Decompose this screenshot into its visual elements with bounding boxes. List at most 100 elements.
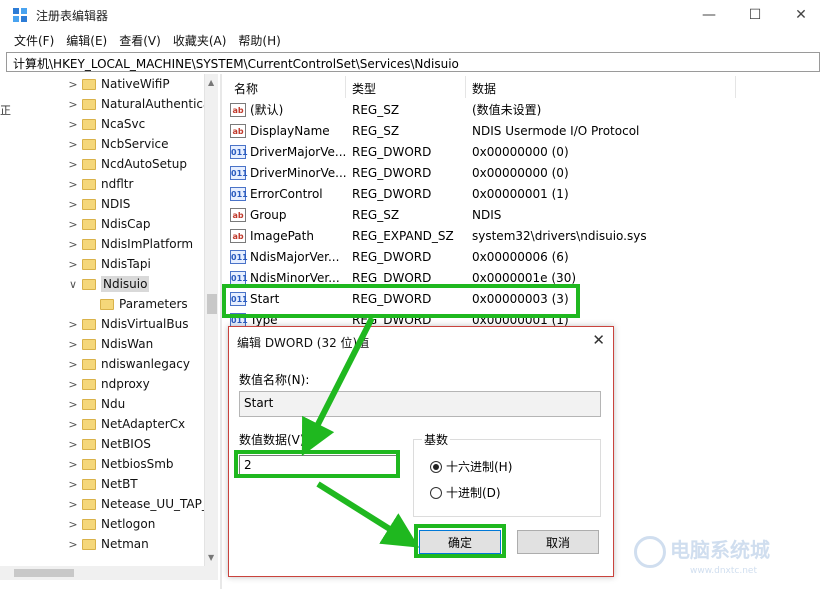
tree-item[interactable]: > NaturalAuthentica bbox=[66, 94, 210, 114]
tree-item[interactable]: > ndproxy bbox=[66, 374, 149, 394]
menu-edit[interactable]: 编辑(E) bbox=[60, 30, 113, 50]
watermark-sub: www.dnxtc.net bbox=[690, 566, 757, 576]
address-bar[interactable]: 计算机\HKEY_LOCAL_MACHINE\SYSTEM\CurrentCon… bbox=[6, 52, 820, 72]
tree-item[interactable]: > NativeWifiP bbox=[66, 74, 169, 94]
chevron-right-icon[interactable]: > bbox=[66, 338, 80, 351]
menu-file[interactable]: 文件(F) bbox=[8, 30, 60, 50]
tree-item-label: ndiswanlegacy bbox=[101, 357, 190, 371]
minimize-button[interactable]: — bbox=[686, 0, 732, 30]
chevron-right-icon[interactable]: > bbox=[66, 478, 80, 491]
column-data-header[interactable]: 数据 bbox=[466, 76, 736, 98]
chevron-right-icon[interactable]: > bbox=[66, 378, 80, 391]
value-row[interactable]: 011 NdisMajorVer... REG_DWORD 0x00000006 (6… bbox=[230, 246, 742, 267]
value-name-label: 数值名称(N): bbox=[239, 373, 310, 387]
panel-splitter[interactable] bbox=[220, 74, 222, 589]
value-name: Group bbox=[250, 207, 287, 222]
tree-item-label: NDIS bbox=[101, 197, 131, 211]
tree-item[interactable]: > ndiswanlegacy bbox=[66, 354, 190, 374]
dialog-close-icon[interactable]: ✕ bbox=[592, 331, 605, 349]
chevron-right-icon[interactable]: > bbox=[66, 498, 80, 511]
scroll-down-icon[interactable]: ▼ bbox=[208, 553, 214, 562]
cancel-button[interactable]: 取消 bbox=[517, 530, 599, 554]
tree-item[interactable]: > NcbService bbox=[66, 134, 169, 154]
tree-item[interactable]: > Ndu bbox=[66, 394, 125, 414]
tree-item-label: NdisWan bbox=[101, 337, 154, 351]
chevron-right-icon[interactable]: > bbox=[66, 78, 80, 91]
tree-item[interactable]: > Netman bbox=[66, 534, 148, 554]
tree-item-label: Netlogon bbox=[101, 517, 156, 531]
value-name: ErrorControl bbox=[250, 186, 323, 201]
chevron-right-icon[interactable]: > bbox=[66, 458, 80, 471]
tree-item[interactable]: > NdisCap bbox=[66, 214, 150, 234]
value-row[interactable]: ab (默认) REG_SZ (数值未设置) bbox=[230, 99, 742, 120]
tree-item[interactable]: > NetBIOS bbox=[66, 434, 151, 454]
tree-vertical-scrollbar[interactable]: ▲ ▼ bbox=[204, 74, 218, 566]
value-row[interactable]: ab Group REG_SZ NDIS bbox=[230, 204, 742, 225]
chevron-right-icon[interactable]: > bbox=[66, 538, 80, 551]
value-row[interactable]: 011 DriverMinorVe... REG_DWORD 0x00000000 (… bbox=[230, 162, 742, 183]
value-row[interactable]: ab DisplayName REG_SZ NDIS Usermode I/O Pro… bbox=[230, 120, 742, 141]
tree-item[interactable]: > NetAdapterCx bbox=[66, 414, 185, 434]
value-row[interactable]: 011 DriverMajorVe... REG_DWORD 0x00000000 (… bbox=[230, 141, 742, 162]
tree-item-label: NaturalAuthentica bbox=[101, 97, 211, 111]
tree-item[interactable]: Parameters bbox=[82, 294, 188, 314]
value-name-field: Start bbox=[239, 391, 601, 417]
column-name-header[interactable]: 名称 bbox=[228, 76, 346, 98]
tree-item[interactable]: > NcaSvc bbox=[66, 114, 145, 134]
chevron-right-icon[interactable]: > bbox=[66, 98, 80, 111]
radio-dec[interactable]: 十进制(D) bbox=[430, 484, 501, 501]
chevron-right-icon[interactable]: > bbox=[66, 398, 80, 411]
chevron-right-icon[interactable]: > bbox=[66, 178, 80, 191]
column-type-header[interactable]: 类型 bbox=[346, 76, 466, 98]
close-button[interactable]: ✕ bbox=[778, 0, 824, 30]
chevron-right-icon[interactable]: > bbox=[66, 518, 80, 531]
tree-item[interactable]: > Netease_UU_TAP_ bbox=[66, 494, 207, 514]
value-row[interactable]: 011 ErrorControl REG_DWORD 0x00000001 (1) bbox=[230, 183, 742, 204]
chevron-right-icon[interactable]: > bbox=[66, 198, 80, 211]
chevron-right-icon[interactable]: > bbox=[66, 238, 80, 251]
tree-item-label: Ndisuio bbox=[101, 276, 150, 292]
value-row[interactable]: ab ImagePath REG_EXPAND_SZ system32\drivers… bbox=[230, 225, 742, 246]
tree-item[interactable]: > Netlogon bbox=[66, 514, 155, 534]
radio-hex[interactable]: 十六进制(H) bbox=[430, 458, 512, 475]
radio-hex-dot[interactable] bbox=[430, 460, 442, 473]
tree-item-label: NcbService bbox=[101, 137, 169, 151]
tree-item[interactable]: > NcdAutoSetup bbox=[66, 154, 187, 174]
folder-icon bbox=[82, 418, 96, 430]
maximize-button[interactable]: ☐ bbox=[732, 0, 778, 30]
tree-item[interactable]: > ndfltr bbox=[66, 174, 133, 194]
tree-item[interactable]: ∨ Ndisuio bbox=[66, 274, 150, 294]
tree-item[interactable]: > NdisImPlatform bbox=[66, 234, 193, 254]
menu-favorites[interactable]: 收藏夹(A) bbox=[167, 30, 233, 50]
hscroll-thumb[interactable] bbox=[14, 569, 74, 577]
folder-icon bbox=[82, 118, 96, 130]
menu-help[interactable]: 帮助(H) bbox=[232, 30, 286, 50]
chevron-right-icon[interactable]: > bbox=[66, 418, 80, 431]
chevron-right-icon[interactable]: > bbox=[66, 258, 80, 271]
tree-item-label: Ndu bbox=[101, 397, 126, 411]
tree-item[interactable]: > NetBT bbox=[66, 474, 137, 494]
folder-icon bbox=[82, 198, 96, 210]
scroll-up-icon[interactable]: ▲ bbox=[208, 78, 214, 87]
menu-view[interactable]: 查看(V) bbox=[113, 30, 167, 50]
window-title: 注册表编辑器 bbox=[36, 9, 109, 23]
chevron-right-icon[interactable]: > bbox=[66, 118, 80, 131]
tree-horizontal-scrollbar[interactable] bbox=[0, 566, 218, 580]
folder-icon bbox=[82, 358, 96, 370]
scroll-thumb[interactable] bbox=[207, 294, 217, 314]
chevron-down-icon[interactable]: ∨ bbox=[66, 278, 80, 291]
value-data: 0x00000006 (6) bbox=[472, 249, 569, 264]
tree-item[interactable]: > NDIS bbox=[66, 194, 130, 214]
chevron-right-icon[interactable]: > bbox=[66, 358, 80, 371]
tree-item[interactable]: > NdisTapi bbox=[66, 254, 150, 274]
tree-item[interactable]: > NetbiosSmb bbox=[66, 454, 173, 474]
chevron-right-icon[interactable]: > bbox=[66, 318, 80, 331]
radio-dec-dot[interactable] bbox=[430, 486, 442, 499]
chevron-right-icon[interactable]: > bbox=[66, 218, 80, 231]
chevron-right-icon[interactable]: > bbox=[66, 138, 80, 151]
chevron-right-icon[interactable]: > bbox=[66, 438, 80, 451]
tree-item[interactable]: > NdisWan bbox=[66, 334, 153, 354]
tree-item[interactable]: > NdisVirtualBus bbox=[66, 314, 188, 334]
tree-item-label: NdisImPlatform bbox=[101, 237, 194, 251]
chevron-right-icon[interactable]: > bbox=[66, 158, 80, 171]
